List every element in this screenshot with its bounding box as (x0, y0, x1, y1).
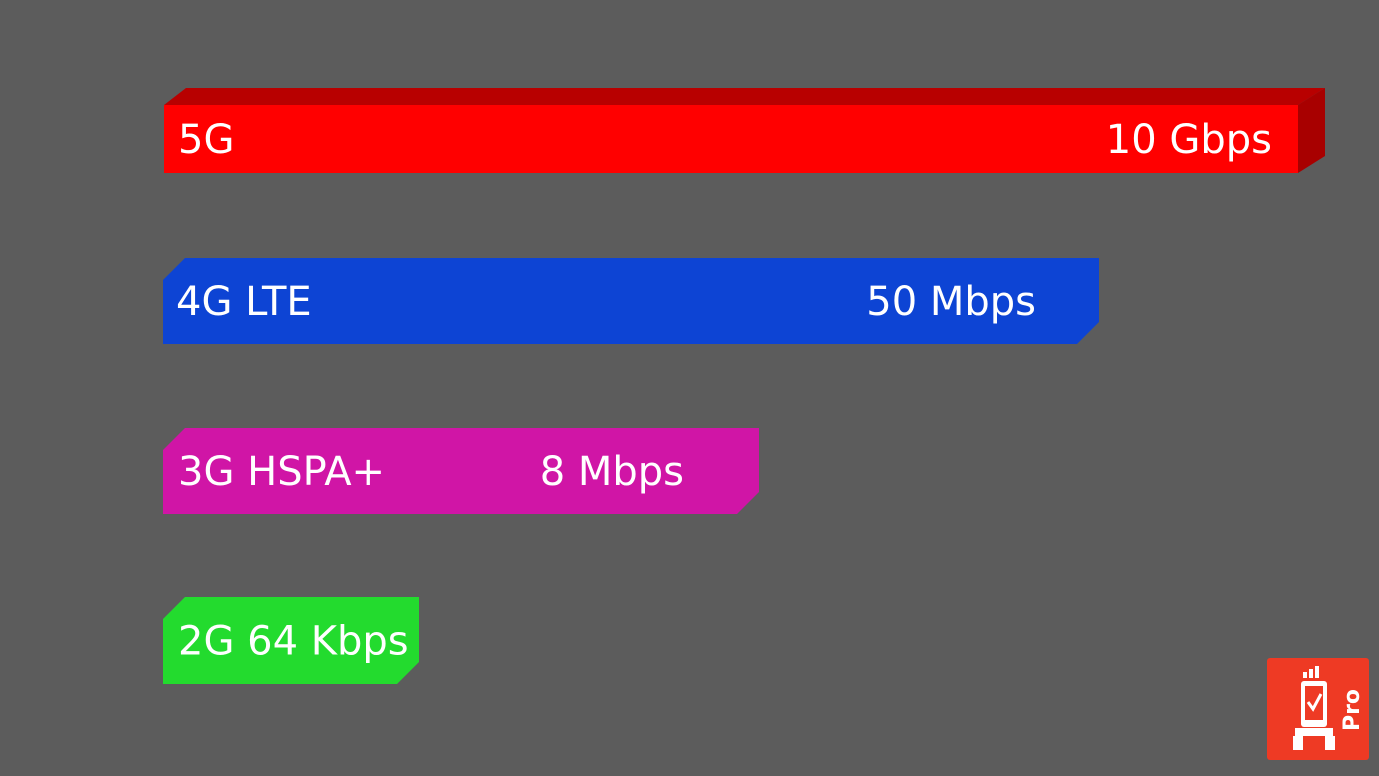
bar-label: 2G 64 Kbps (178, 619, 409, 665)
bar-label: 4G LTE (176, 279, 312, 325)
bar-1: 5G 10 Gbps (164, 88, 1325, 173)
bar-4: 2G 64 Kbps (163, 597, 419, 684)
bar-3: 3G HSPA+ 8 Mbps (163, 428, 759, 514)
bar-value-label: 8 Mbps (540, 449, 684, 495)
speed-test-pro-icon: Pro (1293, 666, 1365, 750)
chart-area: 5G 10 Gbps 4G LTE 50 Mbps 3G HSPA+ 8 Mbps 2G 6… (0, 0, 1379, 771)
bar-label: 3G HSPA+ (178, 449, 385, 495)
app-logo: Pro (1267, 658, 1369, 760)
bar-label: 5G (178, 117, 234, 163)
bar-2: 4G LTE 50 Mbps (163, 258, 1099, 344)
logo-text: Pro (1340, 689, 1365, 731)
bar-value-label: 50 Mbps (866, 279, 1036, 325)
bar-value-label: 10 Gbps (1106, 117, 1272, 163)
bar-top-face (164, 88, 1325, 105)
bar-chart: 5G 10 Gbps 4G LTE 50 Mbps 3G HSPA+ 8 Mbps 2G 6… (163, 88, 1325, 684)
